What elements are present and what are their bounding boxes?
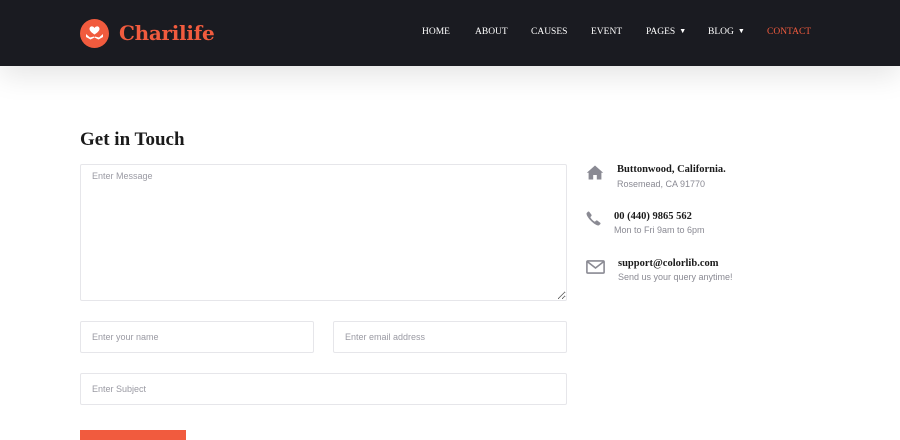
subject-input[interactable] (80, 373, 567, 405)
home-icon (586, 165, 604, 185)
nav-blog[interactable]: Blog ▼ (708, 27, 745, 37)
nav-pages-label: Pages (646, 27, 676, 37)
main-nav: Home About Causes Event Pages ▼ Blog ▼ Con… (0, 0, 900, 66)
nav-pages[interactable]: Pages ▼ (646, 27, 686, 37)
caret-down-icon: ▼ (737, 27, 745, 35)
send-button[interactable] (80, 430, 186, 440)
caret-down-icon: ▼ (679, 27, 687, 35)
address-sub: Rosemead, CA 91770 (617, 179, 706, 189)
nav-causes[interactable]: Causes (531, 27, 567, 37)
nav-event[interactable]: Event (591, 27, 622, 37)
envelope-icon (586, 260, 605, 279)
name-input[interactable] (80, 321, 314, 353)
nav-about[interactable]: About (475, 27, 508, 37)
nav-blog-label: Blog (708, 27, 734, 37)
email-title: support@colorlib.com (618, 258, 719, 269)
nav-home[interactable]: Home (422, 27, 450, 37)
address-title: Buttonwood, California. (617, 164, 726, 175)
message-textarea[interactable] (80, 164, 567, 301)
page-title: Get in Touch (80, 129, 185, 150)
email-sub: Send us your query anytime! (618, 272, 733, 282)
phone-sub: Mon to Fri 9am to 6pm (614, 225, 705, 235)
phone-icon (586, 211, 601, 231)
email-input[interactable] (333, 321, 567, 353)
top-navbar: Charilife Home About Causes Event Pages ▼… (0, 0, 900, 66)
phone-title: 00 (440) 9865 562 (614, 211, 692, 222)
nav-contact[interactable]: Contact (767, 27, 811, 37)
